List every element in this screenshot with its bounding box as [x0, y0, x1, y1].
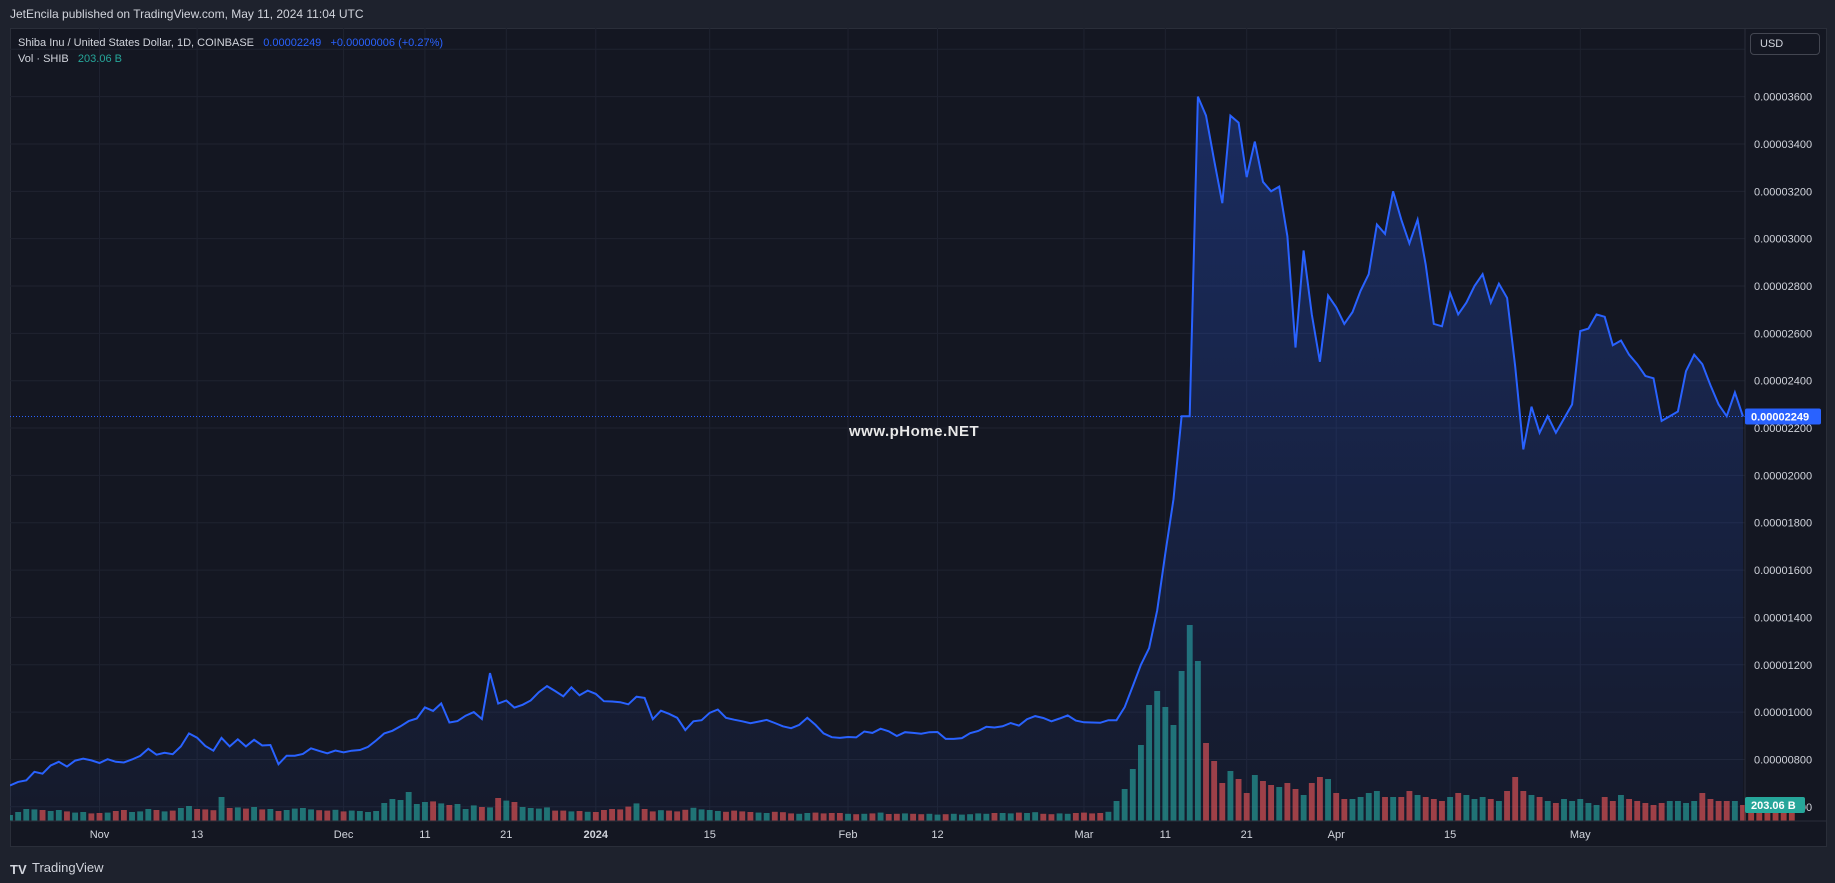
price-tick-label: 0.00002400 [1754, 376, 1812, 388]
price-tick-label: 0.00001200 [1754, 660, 1812, 672]
time-tick-label: 11 [419, 829, 430, 841]
brand-name[interactable]: TradingView [32, 857, 104, 879]
price-tick-label: 0.00001600 [1754, 565, 1812, 577]
publish-header: JetEncila published on TradingView.com, … [0, 0, 1835, 27]
price-change: +0.00000006 (+0.27%) [330, 37, 444, 49]
price-tick-label: 0.00001400 [1754, 612, 1812, 624]
price-tick-label: 0.00000800 [1754, 754, 1812, 766]
currency-button[interactable]: USD [1750, 33, 1820, 55]
last-price-badge-label: 0.00002249 [1751, 411, 1809, 423]
price-tick-label: 0.00002600 [1754, 328, 1812, 340]
time-tick-label: 2024 [584, 829, 609, 841]
time-axis: Nov 13 Dec 11 21 2024 15 Feb 12 Mar 11 21 Apr 15 May [10, 820, 1827, 841]
time-tick-label: 12 [931, 829, 943, 841]
last-volume-badge-label: 203.06 B [1751, 800, 1796, 812]
price-tick-label: 0.00002800 [1754, 281, 1812, 293]
time-tick-label: 21 [500, 829, 512, 841]
chart-legend: Shiba Inu / United States Dollar, 1D, CO… [18, 35, 443, 67]
last-price: 0.00002249 [263, 37, 322, 49]
price-tick-label: 0.00003200 [1754, 186, 1812, 198]
time-tick-label: 15 [704, 829, 716, 841]
symbol-title[interactable]: Shiba Inu / United States Dollar, 1D, CO… [18, 37, 254, 49]
time-tick-label: 11 [1160, 829, 1171, 841]
time-tick-label: 21 [1241, 829, 1253, 841]
price-tick-label: 0.00001000 [1754, 707, 1812, 719]
price-tick-label: 0.00002000 [1754, 470, 1812, 482]
volume-value: 203.06 B [77, 53, 122, 65]
price-tick-label: 0.00002200 [1754, 423, 1812, 435]
time-tick-label: Nov [90, 829, 110, 841]
price-tick-label: 0.00003000 [1754, 234, 1812, 246]
time-tick-label: Feb [839, 829, 858, 841]
volume-title[interactable]: Vol · SHIB [18, 53, 69, 65]
axis-badges: 0.00002249 203.06 B [1745, 408, 1821, 813]
time-tick-label: May [1570, 829, 1591, 841]
price-tick-label: 0.00001800 [1754, 518, 1812, 530]
time-tick-label: Dec [334, 829, 354, 841]
price-tick-label: 0.00003400 [1754, 139, 1812, 151]
time-tick-label: 13 [191, 829, 203, 841]
watermark: www.pHome.NET [849, 423, 980, 440]
price-axis: 0.000038000.000036000.000034000.00003200… [1744, 28, 1812, 821]
time-tick-label: Apr [1328, 829, 1345, 841]
tradingview-logo-icon[interactable]: TV [10, 859, 27, 881]
publish-info: JetEncila published on TradingView.com, … [10, 7, 364, 21]
time-tick-label: 15 [1444, 829, 1456, 841]
price-tick-label: 0.00003600 [1754, 92, 1812, 104]
time-tick-label: Mar [1074, 829, 1093, 841]
